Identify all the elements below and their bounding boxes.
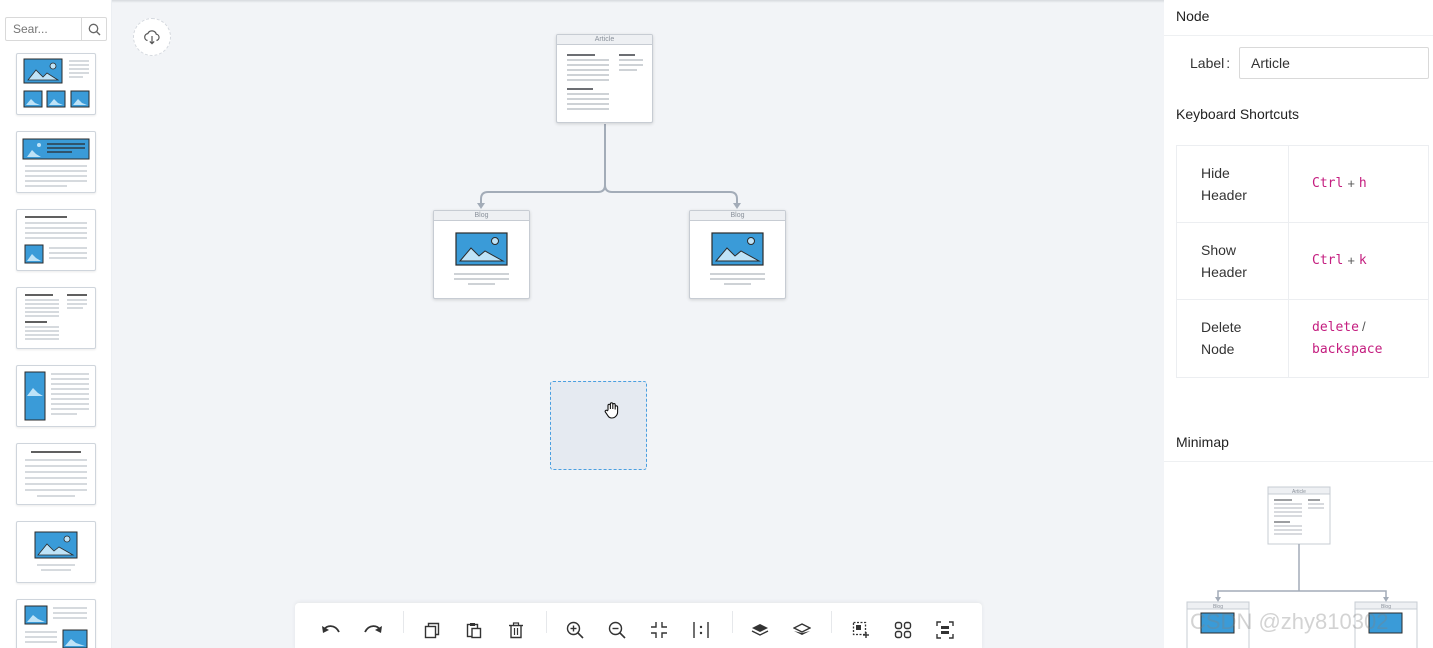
shortcut-action: Hide Header — [1177, 146, 1289, 222]
shortcut-joiner: + — [1347, 253, 1355, 268]
label-caption-text: Label — [1190, 55, 1225, 71]
ungroup-button[interactable] — [934, 619, 956, 641]
minimap-section-title: Minimap — [1176, 434, 1229, 450]
shortcut-key: k — [1358, 253, 1367, 268]
shortcut-action-line: Node — [1201, 341, 1235, 357]
zoom-in-button[interactable] — [564, 619, 586, 641]
paste-icon — [466, 622, 482, 638]
edge-article-to-blog-right — [604, 184, 738, 205]
actual-size-button[interactable] — [690, 619, 712, 641]
toolbar-divider — [403, 611, 404, 633]
shortcut-key: h — [1358, 176, 1367, 191]
minimap-node-label: Article — [1292, 489, 1306, 495]
shortcut-row: Show Header Ctrl + k — [1177, 223, 1428, 300]
shortcut-action: Show Header — [1177, 223, 1289, 299]
actual-size-icon — [693, 622, 709, 638]
shortcuts-table: Hide Header Ctrl + h Show Header Ctrl + k Dele… — [1176, 145, 1429, 378]
send-to-back-icon — [793, 623, 811, 635]
node-blog-right-title: Blog — [690, 211, 785, 221]
node-blog-left[interactable]: Blog — [433, 210, 530, 299]
shortcut-row: Hide Header Ctrl + h — [1177, 146, 1428, 223]
fit-view-icon — [651, 622, 667, 638]
copy-button[interactable] — [421, 619, 443, 641]
shortcut-action-line: Header — [1201, 187, 1247, 203]
shortcut-action-line: Show — [1201, 242, 1237, 258]
node-blog-left-title: Blog — [434, 211, 529, 221]
node-section-title: Node — [1176, 8, 1210, 24]
article-content-graphic — [567, 54, 643, 110]
grab-cursor-icon — [604, 402, 619, 419]
delete-icon — [509, 621, 523, 638]
group-button[interactable] — [892, 619, 914, 641]
label-field-caption: Label: — [1190, 55, 1230, 71]
group-icon — [894, 621, 912, 639]
shortcut-key: Ctrl — [1312, 176, 1344, 191]
toolbar-divider — [546, 611, 547, 633]
properties-panel: Node Label: Article Keyboard Shortcuts H… — [1164, 0, 1433, 648]
copy-icon — [424, 622, 440, 638]
shortcut-key: Ctrl — [1312, 253, 1344, 268]
delete-button[interactable] — [505, 619, 527, 641]
ungroup-icon — [936, 621, 954, 639]
divider — [1164, 35, 1433, 36]
drag-placeholder[interactable] — [550, 381, 647, 470]
paste-button[interactable] — [463, 619, 485, 641]
fit-view-button[interactable] — [648, 619, 670, 641]
shortcut-joiner: / — [1361, 319, 1366, 334]
shortcut-key: backspace — [1312, 342, 1383, 357]
shortcut-action: Delete Node — [1177, 300, 1289, 377]
shortcut-action-line: Delete — [1201, 319, 1242, 335]
zoom-out-button[interactable] — [606, 619, 628, 641]
node-article[interactable]: Article — [556, 34, 653, 123]
watermark: CSDN @zhy810302 — [1190, 609, 1389, 634]
blog-image-graphic — [454, 232, 509, 285]
edge-arrow-right — [733, 203, 741, 209]
toolbar-divider — [732, 611, 733, 633]
multi-select-button[interactable] — [850, 619, 872, 641]
editor-toolbar — [295, 603, 982, 648]
shortcut-joiner: + — [1347, 176, 1355, 191]
node-blog-right[interactable]: Blog — [689, 210, 786, 299]
undo-icon — [322, 625, 340, 633]
shortcut-row: Delete Node delete / backspace — [1177, 300, 1428, 377]
shortcut-key: delete — [1312, 320, 1359, 335]
edge-arrow-left — [477, 203, 485, 209]
shortcuts-section-title: Keyboard Shortcuts — [1176, 106, 1299, 122]
redo-icon — [364, 625, 382, 633]
edge-article-to-blog-left — [480, 124, 606, 205]
flow-editor-app: Article Blog Blog — [0, 0, 1433, 648]
blog-image-graphic — [710, 232, 765, 285]
zoom-in-icon — [566, 621, 584, 639]
shortcut-keys: delete / backspace — [1289, 300, 1428, 377]
send-to-back-button[interactable] — [791, 619, 813, 641]
toolbar-divider — [831, 611, 832, 633]
shortcut-action-line: Hide — [1201, 165, 1230, 181]
bring-to-front-button[interactable] — [749, 619, 771, 641]
shortcut-keys: Ctrl + k — [1289, 223, 1428, 299]
node-article-title: Article — [557, 35, 652, 45]
zoom-out-icon — [608, 621, 626, 639]
multi-select-icon — [852, 621, 869, 638]
redo-button[interactable] — [362, 619, 384, 641]
undo-button[interactable] — [320, 619, 342, 641]
label-colon: : — [1226, 55, 1231, 71]
shortcut-keys: Ctrl + h — [1289, 146, 1428, 222]
bring-to-front-icon — [751, 624, 769, 636]
divider — [1164, 461, 1433, 462]
shortcut-action-line: Header — [1201, 264, 1247, 280]
label-input[interactable]: Article — [1239, 47, 1429, 79]
